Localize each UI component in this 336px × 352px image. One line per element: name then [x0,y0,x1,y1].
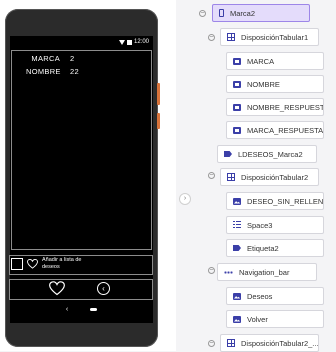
back-circle-icon[interactable]: ‹ [97,282,110,295]
tree-node-volver[interactable]: Volver [226,310,324,328]
volume-button [157,113,160,129]
phone-preview: 12:00 MARCA 2 NOMBRE 22 Añadir a lista d… [0,0,176,351]
battery-icon [126,39,132,45]
table-icon [227,339,235,347]
tree-node-marca-respuesta[interactable]: MARCA_RESPUESTA [226,121,324,139]
tree-node-label: DisposiciónTabular2_... [241,338,319,348]
marca-label: MARCA [31,54,60,63]
toggle-disp2-icon[interactable]: − [208,172,215,179]
label-icon [233,80,241,88]
space-icon [233,221,241,229]
toggle-navbar-icon[interactable]: − [208,267,215,274]
table-icon [227,33,235,41]
power-button [157,83,160,105]
tree-node-label: Space3 [247,220,273,230]
tree-node-deseos[interactable]: Deseos [226,287,324,305]
tree-node-marca[interactable]: MARCA [226,52,324,70]
label-icon [233,126,241,134]
android-navigation: ‹ [10,304,153,314]
component-tree: − − − − − Marca2 DisposiciónTabular1 MAR… [193,0,336,352]
table-icon [227,173,235,181]
wishlist-checkbox[interactable] [11,257,23,270]
tree-node-disp2b[interactable]: DisposiciónTabular2_... [220,334,319,352]
status-time: 12:00 [133,39,149,45]
tree-node-label: MARCA_RESPUESTA [247,125,324,135]
toggle-disp1-icon[interactable]: − [208,34,215,41]
toggle-disp2b-icon[interactable]: − [208,340,215,347]
heart-outline-icon[interactable] [27,258,38,269]
tree-node-label: DisposiciónTabular2 [241,172,309,182]
wishlist-row[interactable]: Añadir a lista de deseos [11,257,88,270]
favorites-heart-icon[interactable] [49,281,65,296]
tree-node-label: Marca2 [230,8,256,18]
navigation-bar-frame [9,279,153,300]
tree-node-disp1[interactable]: DisposiciónTabular1 [220,28,319,46]
toggle-marca2-icon[interactable]: − [199,10,206,17]
tree-node-label: Etiqueta2 [247,243,279,253]
tree-node-marca2[interactable]: Marca2 [212,4,310,22]
tree-node-deseo-sin-relleno[interactable]: DESEO_SIN_RELLEN... [226,192,324,210]
nombre-label: NOMBRE [26,67,61,76]
android-back-icon[interactable]: ‹ [66,306,68,313]
tree-node-space3[interactable]: Space3 [226,216,324,234]
image-icon [233,315,241,323]
image-icon [233,197,241,205]
wishlist-label: Añadir a lista de deseos [42,257,82,270]
tree-node-label: MARCA [247,56,275,66]
nombre-row: NOMBRE 22 [26,67,79,76]
phone-icon [219,9,224,17]
label-icon [233,103,241,111]
tree-node-etiqueta2[interactable]: Etiqueta2 [226,239,324,257]
tree-node-label: DisposiciónTabular1 [241,32,309,42]
label-icon [233,57,241,65]
tree-node-navigation-bar[interactable]: Navigation_bar [217,263,317,281]
tree-node-disp2[interactable]: DisposiciónTabular2 [220,168,319,186]
tree-node-label: NOMBRE_RESPUESTA [247,102,324,112]
dots-icon [224,270,233,274]
android-home-icon[interactable] [90,307,98,311]
image-icon [233,292,241,300]
tree-node-label: DESEO_SIN_RELLEN... [247,196,324,206]
tabular-layout-frame[interactable] [11,50,152,250]
wifi-icon [118,39,125,45]
tree-node-label: LDESEOS_Marca2 [238,149,303,159]
tag-icon [224,151,232,157]
tree-node-label: Navigation_bar [239,267,290,277]
tree-node-nombre[interactable]: NOMBRE [226,75,324,93]
tree-node-label: Volver [247,314,268,324]
marca-row: MARCA 2 [26,54,74,63]
tree-node-ldeseos[interactable]: LDESEOS_Marca2 [217,145,317,163]
tree-node-label: Deseos [247,291,273,301]
tree-node-label: NOMBRE [247,79,280,89]
tag-icon [233,245,241,251]
marca-value: 2 [70,54,75,63]
tree-node-nombre-respuesta[interactable]: NOMBRE_RESPUESTA [226,98,324,116]
nombre-value: 22 [70,67,79,76]
status-bar: 12:00 [10,36,153,48]
panel-collapse-left-icon[interactable]: › [179,193,191,205]
